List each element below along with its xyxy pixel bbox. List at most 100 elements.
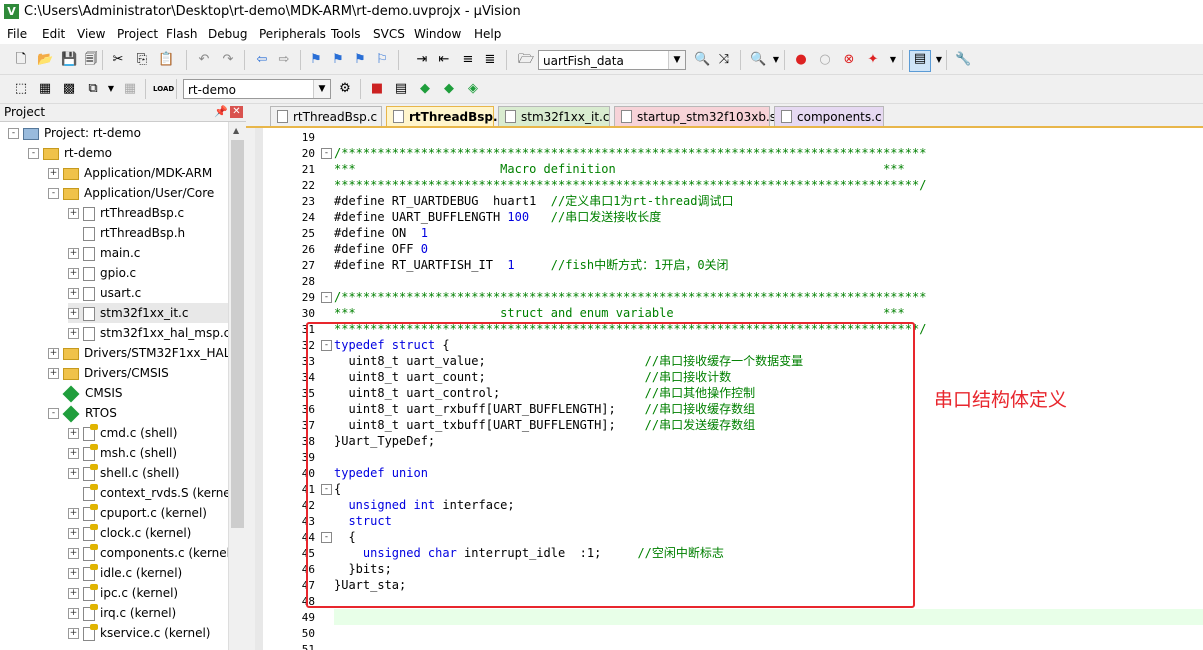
tree-item[interactable]: + usart.c [68,283,141,303]
expand-icon[interactable]: + [68,628,79,639]
tree-item[interactable]: + msh.c (shell) [68,443,177,463]
code-line[interactable]: #define UART_BUFFLENGTH 100 //串口发送接收长度 [334,209,661,225]
uncomment-icon[interactable]: ≣ [482,52,498,68]
tab-rtthreadbsp-c[interactable]: rtThreadBsp.c [270,106,382,126]
bookmark-next-icon[interactable]: ⚑ [352,52,368,68]
breakpoint-insert-icon[interactable]: ● [793,52,809,68]
nav-forward-icon[interactable]: ⇨ [276,52,292,68]
menu-view[interactable]: View [77,27,105,41]
tree-item[interactable]: + stm32f1xx_hal_msp.c [68,323,228,343]
expand-icon[interactable]: + [68,428,79,439]
tree-item[interactable]: + shell.c (shell) [68,463,179,483]
tree-item[interactable]: CMSIS [48,383,123,403]
debug-session-icon[interactable]: 🔍 [750,52,766,68]
project-tree-scrollbar[interactable]: ▲ [228,122,247,650]
rebuild-icon[interactable]: ▩ [61,81,77,97]
tree-item[interactable]: + idle.c (kernel) [68,563,182,583]
select-packs-icon[interactable]: ◆ [441,81,457,97]
download-load-icon[interactable]: LOAD [153,81,174,97]
tree-item[interactable]: + cpuport.c (kernel) [68,503,207,523]
copy-icon[interactable]: ⎘ [134,52,150,68]
code-line[interactable]: #define OFF 0 [334,241,428,257]
bookmark-toggle-icon[interactable]: ⚑ [308,52,324,68]
menu-file[interactable]: File [7,27,27,41]
tree-item[interactable]: context_rvds.S (kernel) [68,483,228,503]
expand-icon[interactable]: + [48,348,59,359]
stop-build-icon[interactable]: ▦ [122,81,138,97]
scrollbar-thumb[interactable] [231,140,244,528]
chevron-down-icon[interactable]: ▼ [668,51,685,69]
menu-edit[interactable]: Edit [42,27,65,41]
menu-window[interactable]: Window [414,27,461,41]
tab-rtthreadbsp-h[interactable]: rtThreadBsp.h [386,106,506,126]
pack-installer-icon[interactable]: ◈ [465,81,481,97]
code-line[interactable]: /***************************************… [334,289,926,305]
target-options-icon[interactable]: ⚙ [337,81,353,97]
menu-project[interactable]: Project [117,27,158,41]
manage-rte-icon[interactable]: ◆ [417,81,433,97]
expand-icon[interactable]: + [68,248,79,259]
bookmark-clear-icon[interactable]: ⚐ [374,52,390,68]
menu-flash[interactable]: Flash [166,27,197,41]
expand-icon[interactable]: + [48,368,59,379]
cut-icon[interactable]: ✂ [110,52,126,68]
expand-icon[interactable]: + [48,168,59,179]
chevron-down-icon[interactable]: ▼ [103,81,119,97]
redo-icon[interactable]: ↷ [220,52,236,68]
tab-stm32f1xx-it-c[interactable]: stm32f1xx_it.c [498,106,610,126]
tree-item[interactable]: - Project: rt-demo [8,123,141,143]
expand-icon[interactable]: + [68,588,79,599]
expand-icon[interactable]: + [68,568,79,579]
tab-startup-stm32f103xb-s[interactable]: startup_stm32f103xb.s [614,106,776,126]
unindent-icon[interactable]: ⇤ [436,52,452,68]
breakpoint-disable-icon[interactable]: ○ [817,52,833,68]
code-line[interactable]: ****************************************… [334,177,926,193]
tree-item[interactable]: + rtThreadBsp.c [68,203,184,223]
tree-item[interactable]: + stm32f1xx_it.c [68,303,228,323]
menu-debug[interactable]: Debug [208,27,247,41]
tree-item[interactable]: + components.c (kernel) [68,543,228,563]
collapse-icon[interactable]: - [48,408,59,419]
expand-icon[interactable]: + [68,328,79,339]
expand-icon[interactable]: + [68,548,79,559]
bookmark-prev-icon[interactable]: ⚑ [330,52,346,68]
undo-icon[interactable]: ↶ [196,52,212,68]
tree-item[interactable]: + kservice.c (kernel) [68,623,210,643]
expand-icon[interactable]: + [68,448,79,459]
menu-tools[interactable]: Tools [331,27,361,41]
manage-project-items-icon[interactable]: ■ [369,81,385,97]
tree-item[interactable]: - RTOS [48,403,117,423]
configuration-wrench-icon[interactable]: 🔧 [955,52,971,68]
tree-item[interactable]: + ipc.c (kernel) [68,583,178,603]
chevron-down-icon[interactable]: ▼ [931,52,947,68]
close-icon[interactable]: ✕ [230,106,243,118]
save-icon[interactable]: 💾 [61,52,77,68]
code-line[interactable]: #define RT_UARTDEBUG huart1 //定义串口1为rt-t… [334,193,733,209]
find-icon[interactable]: 🔍 [694,52,710,68]
window-layout-icon[interactable]: ▤ [909,50,931,72]
expand-icon[interactable]: + [68,608,79,619]
tab-components-c[interactable]: components.c [774,106,884,126]
code-line[interactable]: *** Macro definition *** [334,161,905,177]
chevron-down-icon[interactable]: ▼ [313,80,330,98]
fold-collapse-icon[interactable]: - [321,292,332,303]
target-select[interactable]: rt-demo ▼ [183,79,331,99]
save-all-icon[interactable]: 🗐 [83,52,99,68]
expand-icon[interactable]: + [68,208,79,219]
file-extensions-icon[interactable]: ▤ [393,81,409,97]
function-combo[interactable]: uartFish_data ▼ [538,50,686,70]
breakpoint-kill-all-icon[interactable]: ⊗ [841,52,857,68]
menu-help[interactable]: Help [474,27,501,41]
code-line[interactable]: #define RT_UARTFISH_IT 1 //fish中断方式：1开启，… [334,257,729,273]
collapse-icon[interactable]: - [8,128,19,139]
batch-build-icon[interactable]: ⧉ [85,81,101,97]
fold-collapse-icon[interactable]: - [321,148,332,159]
tree-item[interactable]: - rt-demo [28,143,112,163]
expand-icon[interactable]: + [68,468,79,479]
collapse-icon[interactable]: - [48,188,59,199]
code-line[interactable]: /***************************************… [334,145,926,161]
menu-svcs[interactable]: SVCS [373,27,405,41]
find-in-files-icon[interactable]: 🗁 [518,52,534,68]
incremental-find-icon[interactable]: ⤨ [716,52,732,68]
collapse-icon[interactable]: - [28,148,39,159]
